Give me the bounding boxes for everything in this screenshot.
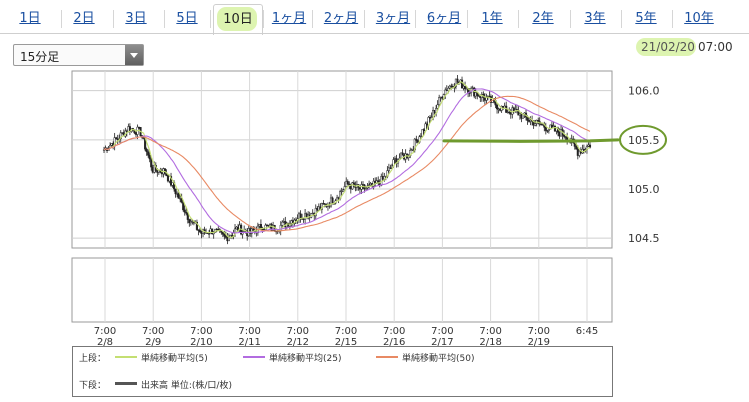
candle-body <box>223 234 226 237</box>
x-tick-time: 7:00 <box>142 326 164 337</box>
chart-legend: 上段： 単純移動平均(5) 単純移動平均(25) 単純移動平均(50) 下段： … <box>72 346 613 397</box>
candle-body <box>485 97 488 101</box>
legend-lower-label: 下段： <box>79 381 107 391</box>
legend-sma5-label: 単純移動平均(5) <box>141 354 208 364</box>
candle-body <box>496 104 499 110</box>
x-tick-time: 6:45 <box>576 326 598 337</box>
legend-line-sma25 <box>243 356 265 358</box>
x-tick-time: 7:00 <box>431 326 453 337</box>
y-tick-label: 104.5 <box>628 232 660 245</box>
x-tick-time: 7:00 <box>94 326 116 337</box>
candle-body <box>346 181 349 185</box>
annotation-line <box>442 138 620 143</box>
legend-line-volume <box>115 382 137 385</box>
legend-line-sma50 <box>376 356 398 358</box>
candle-body <box>177 193 180 199</box>
legend-volume-label: 出来高 単位:(株/口/枚) <box>141 381 232 391</box>
candle-body <box>456 78 459 83</box>
x-tick-time: 7:00 <box>383 326 405 337</box>
candle-body <box>221 232 224 235</box>
candle-body <box>183 209 186 213</box>
candle-body <box>401 152 404 156</box>
candle-body <box>281 221 284 226</box>
legend-sma50-label: 単純移動平均(50) <box>402 354 475 364</box>
x-tick-time: 7:00 <box>287 326 309 337</box>
legend-line-sma5 <box>115 356 137 358</box>
legend-upper-label: 上段： <box>79 354 107 364</box>
x-tick-time: 7:00 <box>190 326 212 337</box>
candle-body <box>526 116 529 121</box>
x-tick-time: 7:00 <box>528 326 550 337</box>
candle-body <box>534 123 537 126</box>
price-chart: 106.0105.5105.0104.57:002/87:002/97:002/… <box>71 70 667 348</box>
candle-body <box>544 127 547 131</box>
x-tick-time: 7:00 <box>238 326 260 337</box>
candle-body <box>438 97 441 105</box>
candle-body <box>145 148 148 153</box>
x-tick-time: 7:00 <box>479 326 501 337</box>
x-tick-time: 7:00 <box>335 326 357 337</box>
candle-body <box>174 188 177 195</box>
candle-body <box>233 228 237 233</box>
candle-body <box>182 202 185 211</box>
candle-body <box>575 146 578 150</box>
y-tick-label: 105.5 <box>628 134 660 147</box>
y-tick-label: 106.0 <box>628 85 660 98</box>
candle-body <box>588 144 592 148</box>
candle-body <box>150 158 153 168</box>
candle-body <box>147 151 150 156</box>
y-tick-label: 105.0 <box>628 183 660 196</box>
legend-sma25-label: 単純移動平均(25) <box>269 354 342 364</box>
candle-body <box>148 155 151 160</box>
